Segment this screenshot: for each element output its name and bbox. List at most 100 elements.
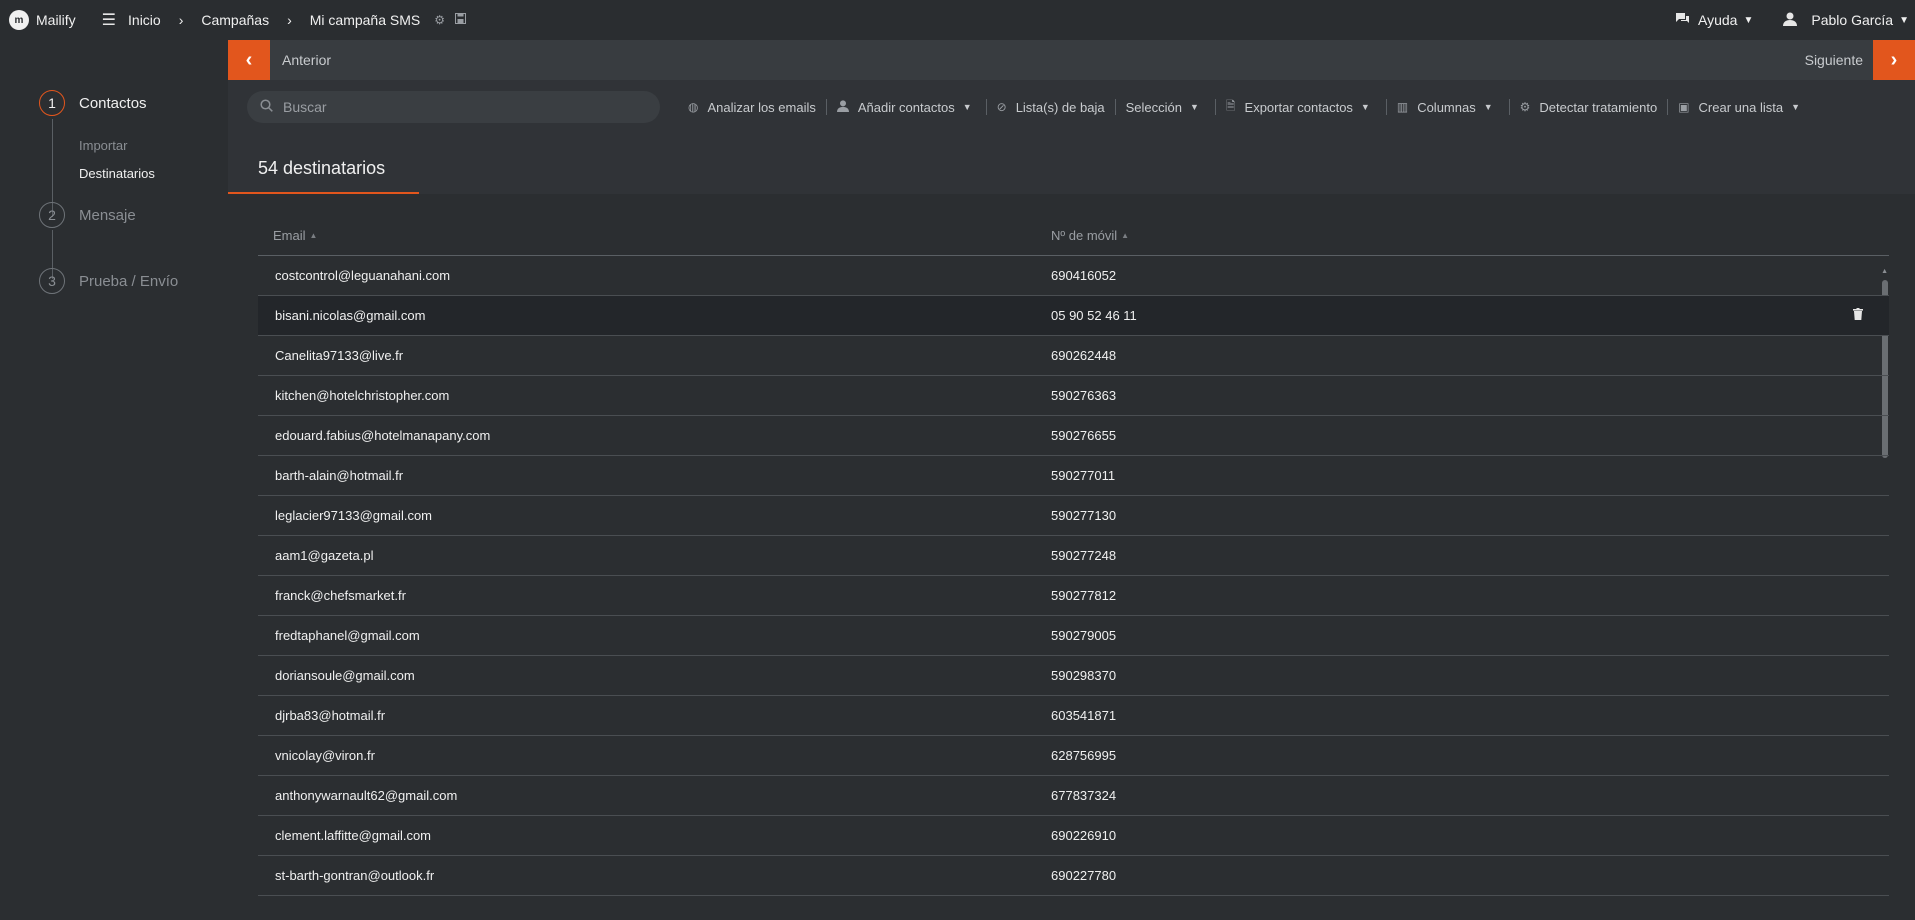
mobile-cell: 05 90 52 46 11 <box>1051 308 1137 323</box>
table-row[interactable]: aam1@gazeta.pl 590277248 <box>258 536 1889 576</box>
column-header-label: Nº de móvil <box>1051 228 1118 243</box>
table-body: ▲ costcontrol@leguanahani.com 690416052 bi… <box>258 256 1889 896</box>
save-icon[interactable] <box>455 13 466 27</box>
detect-treatment-label: Detectar tratamiento <box>1539 99 1658 115</box>
table-row[interactable]: bisani.nicolas@gmail.com 05 90 52 46 11 <box>258 296 1889 336</box>
mobile-cell: 690226910 <box>1051 828 1117 843</box>
table-row[interactable]: franck@chefsmarket.fr 590277812 <box>258 576 1889 616</box>
email-cell: Canelita97133@live.fr <box>275 348 404 363</box>
selection-label: Selección <box>1125 99 1182 115</box>
chevron-down-icon: ▼ <box>1189 102 1199 112</box>
step-test-send[interactable]: 3 Prueba / Envío <box>39 268 178 294</box>
step-number: 1 <box>39 90 65 116</box>
mobile-cell: 590298370 <box>1051 668 1117 683</box>
chevron-down-icon: ▼ <box>1360 102 1370 112</box>
toolbar-divider <box>1214 99 1216 115</box>
email-cell: leglacier97133@gmail.com <box>275 508 432 523</box>
next-button[interactable]: › <box>1873 40 1915 80</box>
trash-icon[interactable] <box>1853 308 1863 323</box>
step-message[interactable]: 2 Mensaje <box>39 202 136 228</box>
chevron-down-icon: ▼ <box>1791 102 1800 112</box>
email-cell: djrba83@hotmail.fr <box>275 708 386 723</box>
mobile-cell: 590279005 <box>1051 628 1117 643</box>
analyze-emails-label: Analizar los emails <box>707 99 816 115</box>
email-cell: vnicolay@viron.fr <box>275 748 375 763</box>
app-logo[interactable]: m Mailify <box>9 10 76 30</box>
column-header-email[interactable]: Email ▲ <box>273 228 1051 243</box>
search-box[interactable] <box>247 91 660 123</box>
email-cell: st-barth-gontran@outlook.fr <box>275 868 435 883</box>
step-number: 3 <box>39 268 65 294</box>
table-row[interactable]: costcontrol@leguanahani.com 690416052 <box>258 256 1889 296</box>
previous-label[interactable]: Anterior <box>282 40 331 80</box>
step-label: Mensaje <box>79 206 136 224</box>
table-row[interactable]: clement.laffitte@gmail.com 690226910 <box>258 816 1889 856</box>
mobile-cell: 690416052 <box>1051 268 1117 283</box>
create-list-label: Crear una lista <box>1698 99 1784 115</box>
sidebar-item-recipients[interactable]: Destinatarios <box>79 166 155 181</box>
mobile-cell: 603541871 <box>1051 708 1117 723</box>
sidebar-item-import[interactable]: Importar <box>79 138 127 153</box>
sort-icon: ▲ <box>309 231 318 240</box>
steps-sidebar: 1 Contactos Importar Destinatarios 2 Men… <box>0 40 228 920</box>
toolbar-divider <box>1114 99 1116 115</box>
table-row[interactable]: doriansoule@gmail.com 590298370 <box>258 656 1889 696</box>
block-icon: ⊘ <box>996 100 1007 114</box>
create-list-dropdown[interactable]: ▣ Crear una lista ▼ <box>1678 100 1800 115</box>
menu-icon[interactable]: ☰ <box>102 10 116 30</box>
unsubscribe-lists-button[interactable]: ⊘ Lista(s) de baja <box>997 100 1105 115</box>
table-row[interactable]: fredtaphanel@gmail.com 590279005 <box>258 616 1889 656</box>
table-row[interactable]: anthonywarnault62@gmail.com 677837324 <box>258 776 1889 816</box>
breadcrumb-campaigns[interactable]: Campañas <box>201 12 269 28</box>
table-header: Email ▲ Nº de móvil ▲ <box>258 216 1889 256</box>
columns-label: Columnas <box>1417 99 1476 115</box>
column-header-mobile[interactable]: Nº de móvil ▲ <box>1051 228 1129 243</box>
column-header-label: Email <box>273 228 306 243</box>
file-export-icon: 🗎 <box>1225 98 1236 113</box>
detect-treatment-button[interactable]: ⚙ Detectar tratamiento <box>1520 100 1658 115</box>
previous-button[interactable]: ‹ <box>228 40 270 80</box>
user-icon <box>836 99 849 115</box>
table-row[interactable]: kitchen@hotelchristopher.com 590276363 <box>258 376 1889 416</box>
user-menu[interactable]: Pablo García ▼ <box>1783 12 1909 29</box>
email-cell: bisani.nicolas@gmail.com <box>275 308 426 323</box>
table-row[interactable]: barth-alain@hotmail.fr 590277011 <box>258 456 1889 496</box>
sort-icon: ▲ <box>1121 231 1130 240</box>
table-row[interactable]: st-barth-gontran@outlook.fr 690227780 <box>258 856 1889 896</box>
search-input[interactable] <box>283 99 633 115</box>
analyze-emails-button[interactable]: ◍ Analizar los emails <box>688 100 816 115</box>
email-cell: barth-alain@hotmail.fr <box>275 468 404 483</box>
table-row[interactable]: Canelita97133@live.fr 690262448 <box>258 336 1889 376</box>
next-label[interactable]: Siguiente <box>1805 40 1863 80</box>
chevron-down-icon: ▼ <box>1899 14 1909 26</box>
columns-dropdown[interactable]: ▥ Columnas ▼ <box>1397 100 1493 115</box>
email-cell: aam1@gazeta.pl <box>275 548 374 563</box>
step-number: 2 <box>39 202 65 228</box>
add-contacts-dropdown[interactable]: Añadir contactos ▼ <box>836 99 972 115</box>
gear-icon[interactable]: ⚙ <box>434 13 445 27</box>
chevron-right-icon: › <box>1890 48 1898 71</box>
app-name: Mailify <box>36 12 76 28</box>
search-icon <box>260 99 273 115</box>
table-row[interactable]: leglacier97133@gmail.com 590277130 <box>258 496 1889 536</box>
selection-dropdown[interactable]: Selección ▼ <box>1126 100 1199 115</box>
email-cell: edouard.fabius@hotelmanapany.com <box>275 428 491 443</box>
table-row[interactable]: vnicolay@viron.fr 628756995 <box>258 736 1889 776</box>
email-cell: kitchen@hotelchristopher.com <box>275 388 450 403</box>
recipients-table: Email ▲ Nº de móvil ▲ ▲ costcontrol@legu… <box>258 216 1889 896</box>
top-bar: m Mailify ☰ Inicio › Campañas › Mi campa… <box>0 0 1915 40</box>
mobile-cell: 690262448 <box>1051 348 1117 363</box>
mobile-cell: 677837324 <box>1051 788 1117 803</box>
toolbar-divider <box>985 99 987 115</box>
help-menu[interactable]: Ayuda ▼ <box>1675 12 1753 28</box>
table-row[interactable]: djrba83@hotmail.fr 603541871 <box>258 696 1889 736</box>
email-cell: franck@chefsmarket.fr <box>275 588 406 603</box>
breadcrumb-home[interactable]: Inicio <box>128 12 161 28</box>
mobile-cell: 590277812 <box>1051 588 1117 603</box>
unsubscribe-lists-label: Lista(s) de baja <box>1015 99 1105 115</box>
mobile-cell: 590277130 <box>1051 508 1117 523</box>
recipients-header: 54 destinatarios <box>228 134 1915 194</box>
table-row[interactable]: edouard.fabius@hotelmanapany.com 59027665… <box>258 416 1889 456</box>
step-contacts[interactable]: 1 Contactos <box>39 90 147 116</box>
export-contacts-dropdown[interactable]: 🗎 Exportar contactos ▼ <box>1226 97 1370 118</box>
